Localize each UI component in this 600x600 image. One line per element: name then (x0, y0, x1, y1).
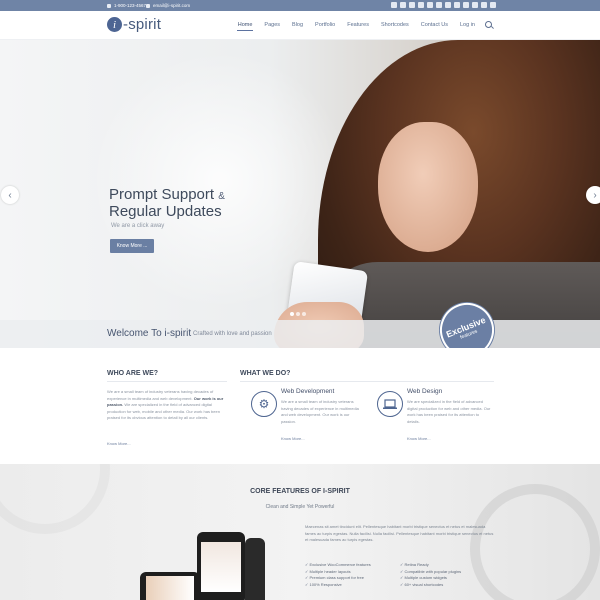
slider-dot[interactable] (302, 312, 306, 316)
phone-icon (107, 3, 111, 8)
top-bar: 1-900-123-4567 email@i-spirit.com (0, 0, 600, 11)
what-divider (240, 381, 494, 382)
features-section: CORE FEATURES OF I-SPIRIT Clean and Simp… (0, 464, 600, 600)
feature-item: 100% Responsive (305, 582, 371, 589)
logo-mark: i (107, 17, 122, 32)
slider-dots (290, 312, 306, 316)
service-title-web-development: Web Development (281, 388, 335, 395)
service-text-web-design: We are specialized in the field of advan… (407, 399, 491, 424)
slider-prev-arrow-icon[interactable]: ‹ (1, 186, 19, 204)
phone-contact: 1-900-123-4567 (107, 3, 146, 8)
nav-contact-us[interactable]: Contact Us (415, 22, 454, 28)
vimeo-icon[interactable] (445, 2, 451, 8)
service-know-more-link[interactable]: Know More... (281, 436, 305, 441)
dribbble-icon[interactable] (436, 2, 442, 8)
instagram-icon[interactable] (463, 2, 469, 8)
email-icon (146, 3, 150, 8)
email-address[interactable]: email@i-spirit.com (153, 3, 190, 8)
about-section: WHO ARE WE? We are a small team of indus… (0, 348, 600, 464)
main-nav: Home Pages Blog Portfolio Features Short… (232, 21, 492, 31)
hero-title-line2: Regular Updates (109, 203, 222, 220)
features-list-left: Exclusive WooCommerce features Multiple … (305, 562, 371, 589)
who-text: We are a small team of industry veterans… (107, 389, 224, 420)
nav-shortcodes[interactable]: Shortcodes (375, 22, 415, 28)
phone-side-mockup (245, 538, 265, 600)
email-contact[interactable]: email@i-spirit.com (146, 3, 190, 8)
search-icon[interactable] (485, 21, 492, 28)
flickr-icon[interactable] (427, 2, 433, 8)
slider-next-arrow-icon[interactable]: › (586, 186, 600, 204)
tablet-mockup (197, 532, 245, 600)
hero-subtitle: We are a click away (111, 223, 165, 229)
service-know-more-link[interactable]: Know More... (407, 436, 431, 441)
laptop-icon (377, 391, 403, 417)
site-header: i -spirit Home Pages Blog Portfolio Feat… (0, 11, 600, 40)
hero-photo-face (378, 122, 478, 252)
welcome-title: Welcome To i-spirit (107, 328, 192, 339)
logo-text: -spirit (123, 16, 162, 33)
service-title-web-design: Web Design (407, 388, 443, 395)
youtube-icon[interactable] (454, 2, 460, 8)
background-decor-shape (0, 464, 110, 534)
slider-dot[interactable] (290, 312, 294, 316)
service-text-web-development: We are a small team of industry veterans… (281, 399, 359, 424)
nav-blog[interactable]: Blog (286, 22, 309, 28)
who-divider (107, 381, 227, 382)
what-heading: WHAT WE DO? (240, 370, 291, 377)
linkedin-icon[interactable] (490, 2, 496, 8)
facebook-icon[interactable] (400, 2, 406, 8)
nav-log-in[interactable]: Log in (454, 22, 481, 28)
slider-dot[interactable] (296, 312, 300, 316)
gear-icon: ⚙ (251, 391, 277, 417)
rss-icon[interactable] (481, 2, 487, 8)
skype-icon[interactable] (472, 2, 478, 8)
twitter-icon[interactable] (391, 2, 397, 8)
social-links (391, 2, 496, 8)
feature-item: 60+ visual shortcodes (400, 582, 461, 589)
pinterest-icon[interactable] (418, 2, 424, 8)
google-plus-icon[interactable] (409, 2, 415, 8)
features-subtitle: Clean and Simple Yet Powerful (265, 504, 335, 510)
phone-landscape-mockup (140, 572, 200, 600)
features-description: Maecenas sit amet tincidunt elit. Pellen… (305, 524, 494, 542)
nav-home[interactable]: Home (232, 22, 259, 31)
who-know-more-link[interactable]: Know More... (107, 441, 131, 446)
logo[interactable]: i -spirit (107, 16, 161, 33)
features-title: CORE FEATURES OF I-SPIRIT (250, 488, 350, 495)
features-list-right: Retina Ready Compatible with popular plu… (400, 562, 461, 588)
nav-features[interactable]: Features (341, 22, 375, 28)
feature-item: Premium class support for free (305, 575, 371, 582)
phone-number: 1-900-123-4567 (114, 3, 147, 8)
welcome-subtitle: Crafted with love and passion (193, 331, 272, 337)
know-more-button[interactable]: Know More ... (110, 239, 154, 253)
nav-portfolio[interactable]: Portfolio (309, 22, 341, 28)
who-heading: WHO ARE WE? (107, 370, 159, 377)
page: 1-900-123-4567 email@i-spirit.com i -spi… (0, 0, 600, 600)
feature-item: Exclusive WooCommerce features (305, 562, 370, 569)
hero-slider: Prompt Support & Regular Updates We are … (0, 40, 600, 348)
welcome-strip: Welcome To i-spirit Crafted with love an… (0, 320, 600, 348)
nav-pages[interactable]: Pages (258, 22, 286, 28)
